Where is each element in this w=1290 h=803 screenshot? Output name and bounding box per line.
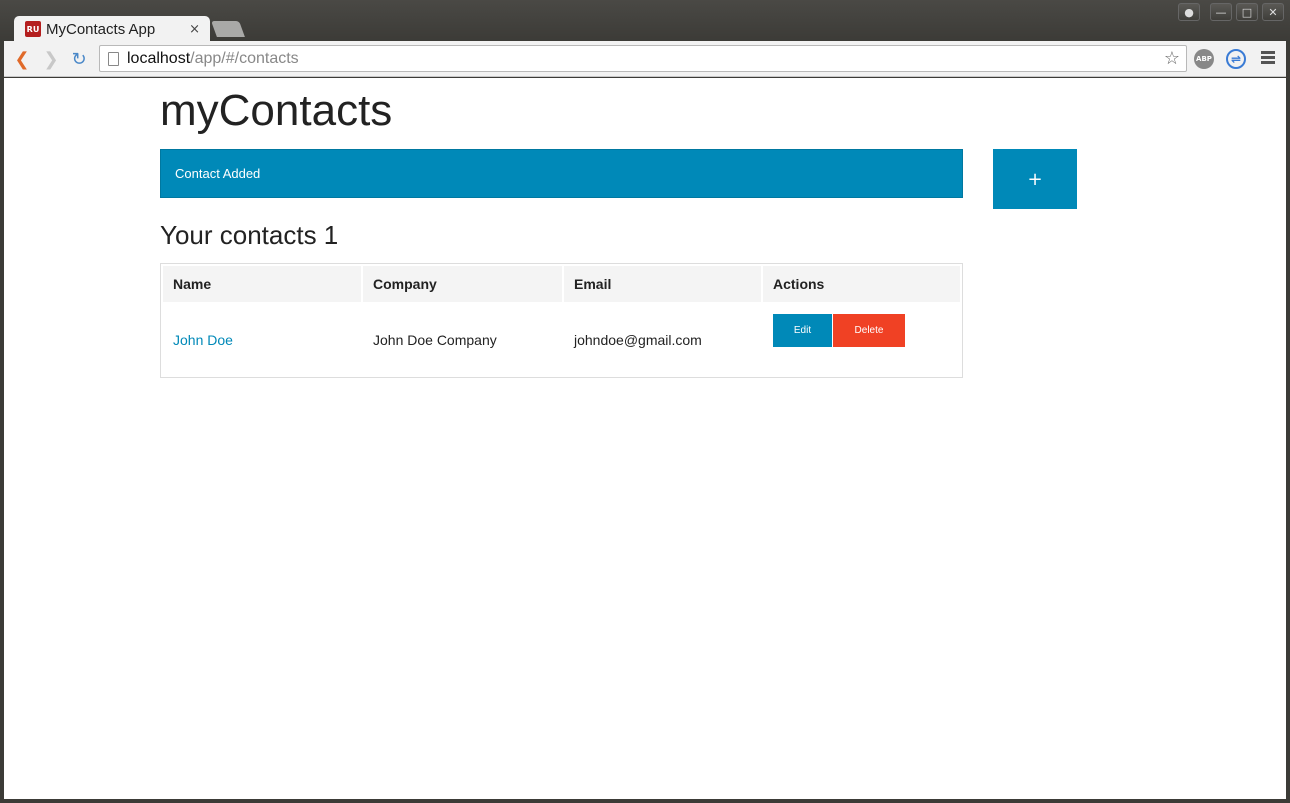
tab-title: MyContacts App: [46, 20, 156, 38]
url-path: /app/#/contacts: [190, 49, 299, 67]
header-actions: Actions: [763, 266, 960, 302]
browser-window: RU MyContacts App × ● — □ ✕ ❮ ❯ ↻ localh…: [0, 0, 1290, 803]
forward-icon[interactable]: ❯: [40, 48, 62, 70]
section-title: Your contacts 1: [160, 220, 339, 250]
back-icon[interactable]: ❮: [11, 48, 33, 70]
tab-close-icon[interactable]: ×: [189, 22, 200, 37]
header-company: Company: [363, 266, 562, 302]
active-tab[interactable]: RU MyContacts App ×: [14, 16, 210, 42]
add-contact-button[interactable]: +: [993, 149, 1077, 209]
bookmark-star-icon[interactable]: ☆: [1164, 48, 1180, 69]
alert-message: Contact Added: [160, 149, 963, 198]
table-row: John Doe John Doe Company johndoe@gmail.…: [163, 304, 960, 376]
new-tab-button[interactable]: [211, 21, 245, 37]
cell-email: johndoe@gmail.com: [574, 332, 702, 348]
maximize-icon[interactable]: □: [1236, 3, 1258, 21]
sync-extension-icon[interactable]: ⇌: [1226, 49, 1246, 69]
favicon-icon: RU: [25, 21, 41, 37]
contact-name-link[interactable]: John Doe: [173, 332, 233, 348]
page-content: myContacts Contact Added + Your contacts…: [4, 78, 1286, 799]
user-profile-icon[interactable]: ●: [1178, 3, 1200, 21]
address-bar[interactable]: localhost/app/#/contacts ☆: [99, 45, 1187, 72]
close-window-icon[interactable]: ✕: [1262, 3, 1284, 21]
contacts-table: Name Company Email Actions John Doe John…: [160, 263, 963, 378]
reload-icon[interactable]: ↻: [68, 48, 90, 70]
tab-strip: RU MyContacts App × ● — □ ✕: [0, 0, 1290, 42]
url-host: localhost: [127, 49, 191, 67]
cell-company: John Doe Company: [373, 332, 497, 348]
window-controls: ● — □ ✕: [1178, 3, 1284, 21]
adblock-icon[interactable]: ABP: [1194, 49, 1214, 69]
header-email: Email: [564, 266, 761, 302]
app-title: myContacts: [160, 86, 393, 135]
browser-toolbar: ❮ ❯ ↻ localhost/app/#/contacts ☆ ABP ⇌: [4, 41, 1286, 77]
page-icon: [108, 51, 119, 66]
delete-button[interactable]: Delete: [833, 314, 905, 347]
menu-icon[interactable]: [1261, 51, 1275, 66]
table-header-row: Name Company Email Actions: [163, 266, 960, 302]
edit-button[interactable]: Edit: [773, 314, 832, 347]
cell-actions: Edit Delete: [763, 304, 960, 376]
header-name: Name: [163, 266, 361, 302]
minimize-icon[interactable]: —: [1210, 3, 1232, 21]
cell-name: John Doe: [163, 304, 361, 376]
